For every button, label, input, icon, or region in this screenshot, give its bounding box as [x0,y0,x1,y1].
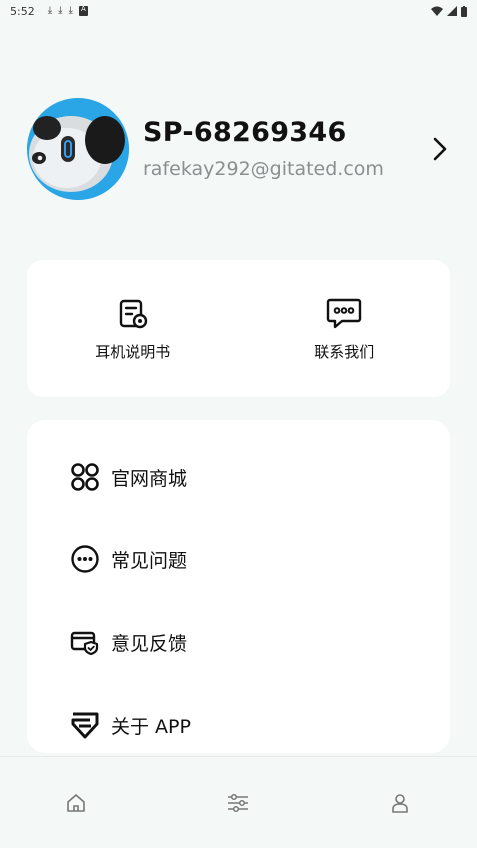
download-icon: ⤓ [68,5,73,16]
grid-icon [69,461,101,493]
avatar[interactable] [27,98,129,200]
earbud-avatar-image [27,98,129,200]
menu-item-label: 意见反馈 [111,632,188,655]
profile-name: SP-68269346 [143,117,347,148]
menu-item-feedback[interactable]: 意见反馈 [69,622,187,662]
home-icon[interactable] [64,791,88,815]
brand-s-icon [69,709,101,741]
signal-icon [447,6,457,16]
a-icon: A [78,6,88,16]
quick-action-manual[interactable]: 耳机说明书 [27,260,239,397]
menu-item-label: 官网商城 [111,467,188,490]
menu-item-faq[interactable]: 常见问题 [69,539,187,579]
quick-action-label: 联系我们 [314,343,375,361]
feedback-card-icon [69,626,101,658]
sliders-icon[interactable] [226,791,250,815]
quick-action-label: 耳机说明书 [95,343,171,361]
menu-item-shop[interactable]: 官网商城 [69,457,187,497]
profile-header[interactable]: SP-68269346 rafekay292@gitated.com [27,98,457,200]
quick-actions-card: 耳机说明书 联系我们 [27,260,450,397]
chat-icon [325,295,363,333]
ellipsis-circle-icon [69,543,101,575]
menu-item-label: 关于 APP [111,715,191,738]
status-time: 5:52 [10,4,35,18]
menu-item-label: 常见问题 [111,549,188,572]
bottom-navigation [0,756,477,848]
status-bar: 5:52 ⤓ ⤓ ⤓ A [0,0,477,22]
manual-icon [114,295,152,333]
download-icon: ⤓ [58,5,63,16]
menu-card: 官网商城 常见问题 意见反馈 关于 APP [27,420,450,753]
battery-icon [461,5,467,17]
quick-action-contact[interactable]: 联系我们 [239,260,451,397]
chevron-right-icon[interactable] [427,134,453,164]
person-icon[interactable] [388,791,412,815]
wifi-icon [431,6,443,16]
profile-email: rafekay292@gitated.com [143,158,384,180]
menu-item-about[interactable]: 关于 APP [69,705,191,745]
download-icon: ⤓ [47,5,53,16]
